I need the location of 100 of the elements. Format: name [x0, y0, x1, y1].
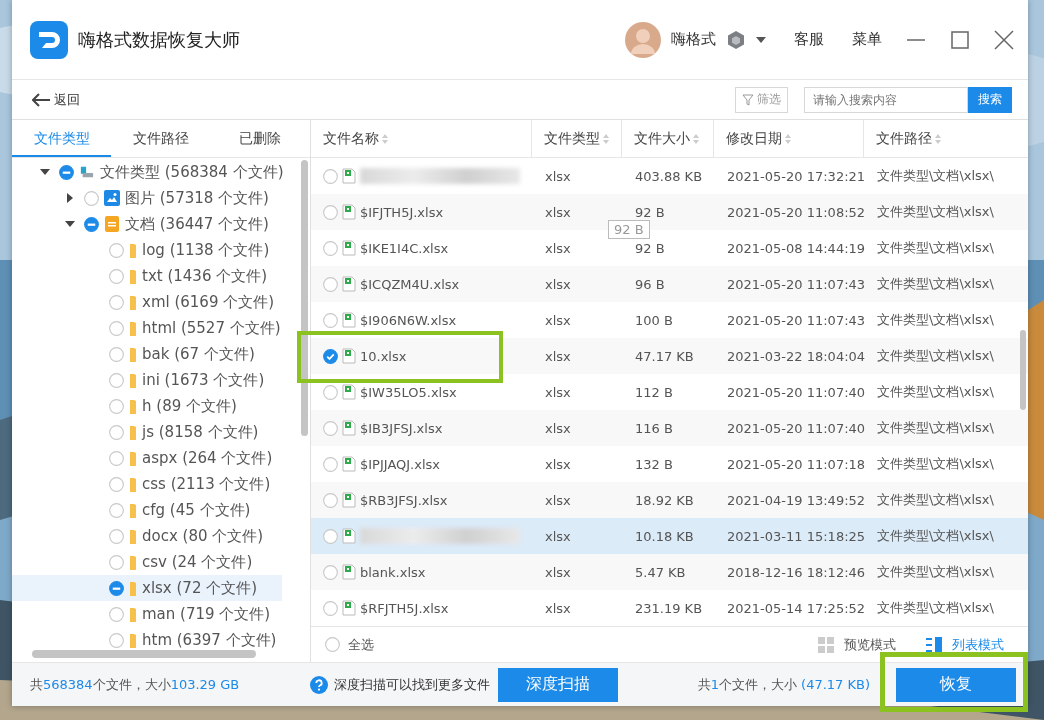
sidebar-tab[interactable]: 文件类型	[12, 120, 112, 157]
checkbox[interactable]	[109, 242, 124, 258]
checkbox[interactable]	[323, 240, 338, 256]
checkbox[interactable]	[323, 528, 338, 544]
sort-icon[interactable]	[603, 133, 609, 144]
caret-icon[interactable]	[756, 36, 766, 43]
checkbox[interactable]	[323, 456, 338, 472]
collapse-arrow-icon[interactable]	[40, 167, 50, 177]
sort-icon[interactable]	[935, 133, 941, 144]
file-row[interactable]: xlsx 403.88 KB 2021-05-20 17:32:21 文件类型\文档\xlsx\	[311, 158, 1028, 194]
tree-item[interactable]: html (5527 个文件)	[12, 315, 282, 341]
avatar-icon[interactable]	[625, 21, 661, 58]
checkbox[interactable]	[109, 606, 124, 622]
view-mode-button[interactable]: 预览模式	[818, 635, 896, 654]
checkbox[interactable]	[109, 294, 124, 310]
user-name[interactable]: 嗨格式	[671, 30, 716, 49]
tree-item[interactable]: man (719 个文件)	[12, 601, 282, 627]
deep-scan-button[interactable]: 深度扫描	[498, 667, 618, 702]
checkbox[interactable]	[323, 348, 338, 364]
select-all-label[interactable]: 全选	[348, 635, 374, 654]
checkbox[interactable]	[323, 564, 338, 580]
checkbox[interactable]	[109, 320, 124, 336]
checkbox[interactable]	[323, 420, 338, 436]
file-row[interactable]: $IB3JFSJ.xlsx xlsx 116 B 2021-05-20 11:07:40 文件类型\文档\xlsx\	[311, 410, 1028, 446]
file-row[interactable]: 10.xlsx xlsx 47.17 KB 2021-03-22 18:04:04 文件类型\文档\xlsx\	[311, 338, 1028, 374]
column-header[interactable]: 文件类型	[531, 120, 621, 157]
tree-item[interactable]: xlsx (72 个文件)	[12, 575, 282, 601]
recover-button[interactable]: 恢复	[896, 667, 1016, 702]
checkbox[interactable]	[109, 528, 124, 544]
file-row[interactable]: xlsx 10.18 KB 2021-03-11 15:18:25 文件类型\文档\xlsx\	[311, 518, 1028, 554]
checkbox[interactable]	[109, 346, 124, 362]
search-button[interactable]: 搜索	[968, 86, 1012, 113]
checkbox[interactable]	[109, 476, 124, 492]
tree-item[interactable]: js (8158 个文件)	[12, 419, 282, 445]
file-row[interactable]: $IPJJAQJ.xlsx xlsx 132 B 2021-05-20 11:07:18 文件类型\文档\xlsx\	[311, 446, 1028, 482]
tree-item[interactable]: h (89 个文件)	[12, 393, 282, 419]
checkbox[interactable]	[84, 190, 99, 206]
tree-item[interactable]: log (1138 个文件)	[12, 237, 282, 263]
view-mode-button[interactable]: 列表模式	[926, 635, 1004, 654]
close-icon[interactable]	[994, 29, 1014, 50]
tree-item[interactable]: txt (1436 个文件)	[12, 263, 282, 289]
scrollbar[interactable]	[301, 160, 308, 436]
tree-item[interactable]: aspx (264 个文件)	[12, 445, 282, 471]
menu-link[interactable]: 客服	[794, 30, 824, 49]
sort-icon[interactable]	[382, 133, 388, 144]
tree-item[interactable]: bak (67 个文件)	[12, 341, 282, 367]
spreadsheet-file-icon	[342, 384, 356, 400]
file-row[interactable]: $IW35LO5.xlsx xlsx 112 B 2021-05-20 11:07:40 文件类型\文档\xlsx\	[311, 374, 1028, 410]
checkbox[interactable]	[109, 580, 124, 596]
sort-icon[interactable]	[785, 133, 791, 144]
checkbox[interactable]	[84, 216, 99, 232]
tree-item[interactable]: 文档 (36447 个文件)	[12, 211, 282, 237]
checkbox[interactable]	[325, 637, 340, 652]
checkbox[interactable]	[109, 632, 124, 648]
menu-link[interactable]: 菜单	[852, 30, 882, 49]
tree-item[interactable]: docx (80 个文件)	[12, 523, 282, 549]
checkbox[interactable]	[323, 168, 338, 184]
column-header[interactable]: 文件大小	[621, 120, 713, 157]
back-button[interactable]: 返回	[32, 90, 727, 109]
sidebar-tab[interactable]: 文件路径	[111, 120, 211, 157]
expand-arrow-icon[interactable]	[65, 193, 75, 203]
column-header[interactable]: 文件路径	[863, 120, 1028, 157]
scrollbar[interactable]	[1020, 330, 1026, 410]
search-field[interactable]: 请输入搜索内容	[804, 86, 968, 113]
checkbox[interactable]	[323, 312, 338, 328]
checkbox[interactable]	[323, 276, 338, 292]
checkbox[interactable]	[323, 204, 338, 220]
file-row[interactable]: blank.xlsx xlsx 5.47 KB 2018-12-16 18:12:46 文件类型\文档\xlsx\	[311, 554, 1028, 590]
modified-date: 2021-05-20 17:32:21	[727, 168, 866, 184]
maximize-icon[interactable]	[950, 29, 970, 50]
file-row[interactable]: $RFJTH5J.xlsx xlsx 231.19 KB 2021-05-14 17:25:52 文件类型\文档\xlsx\	[311, 590, 1028, 626]
checkbox[interactable]	[109, 554, 124, 570]
sidebar-tab[interactable]: 已删除	[210, 120, 310, 157]
column-header[interactable]: 文件名称	[311, 120, 531, 157]
sort-icon[interactable]	[693, 133, 699, 144]
file-row[interactable]: $ICQZM4U.xlsx xlsx 96 B 2021-05-20 11:07:43 文件类型\文档\xlsx\	[311, 266, 1028, 302]
checkbox[interactable]	[109, 502, 124, 518]
scrollbar[interactable]	[32, 650, 256, 658]
tree-item[interactable]: ini (1673 个文件)	[12, 367, 282, 393]
file-row[interactable]: $I906N6W.xlsx xlsx 100 B 2021-05-20 11:07:43 文件类型\文档\xlsx\	[311, 302, 1028, 338]
checkbox[interactable]	[323, 492, 338, 508]
checkbox[interactable]	[109, 450, 124, 466]
tree-item[interactable]: 图片 (57318 个文件)	[12, 185, 282, 211]
file-row[interactable]: $RB3JFSJ.xlsx xlsx 18.92 KB 2021-04-19 13:49:52 文件类型\文档\xlsx\	[311, 482, 1028, 518]
checkbox[interactable]	[109, 372, 124, 388]
tree-item[interactable]: htm (6397 个文件)	[12, 627, 282, 653]
tree-item[interactable]: 文件类型 (568384 个文件)	[12, 159, 282, 185]
tree-item[interactable]: css (2113 个文件)	[12, 471, 282, 497]
tree-item[interactable]: cfg (45 个文件)	[12, 497, 282, 523]
checkbox[interactable]	[323, 384, 338, 400]
collapse-arrow-icon[interactable]	[65, 219, 75, 229]
file-size: 47.17 KB	[635, 348, 694, 364]
checkbox[interactable]	[59, 164, 74, 180]
checkbox[interactable]	[323, 600, 338, 616]
checkbox[interactable]	[109, 268, 124, 284]
tree-item[interactable]: csv (24 个文件)	[12, 549, 282, 575]
tree-item[interactable]: xml (6169 个文件)	[12, 289, 282, 315]
checkbox[interactable]	[109, 398, 124, 414]
checkbox[interactable]	[109, 424, 124, 440]
column-header[interactable]: 修改日期	[713, 120, 863, 157]
